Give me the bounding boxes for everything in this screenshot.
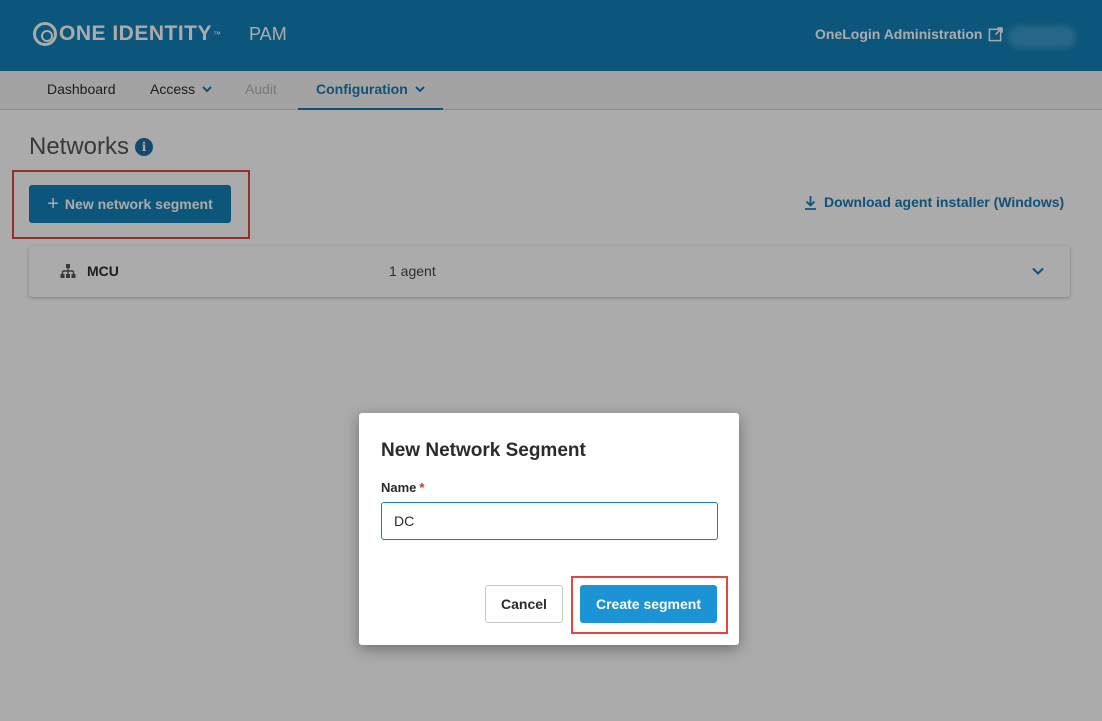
dialog-title: New Network Segment bbox=[381, 440, 586, 461]
name-field-label: Name * bbox=[381, 480, 424, 495]
cancel-button[interactable]: Cancel bbox=[485, 585, 563, 623]
name-label-text: Name bbox=[381, 480, 417, 495]
required-marker: * bbox=[419, 480, 425, 495]
annotation-highlight-create-segment bbox=[571, 576, 728, 634]
segment-name-input[interactable] bbox=[381, 502, 718, 540]
